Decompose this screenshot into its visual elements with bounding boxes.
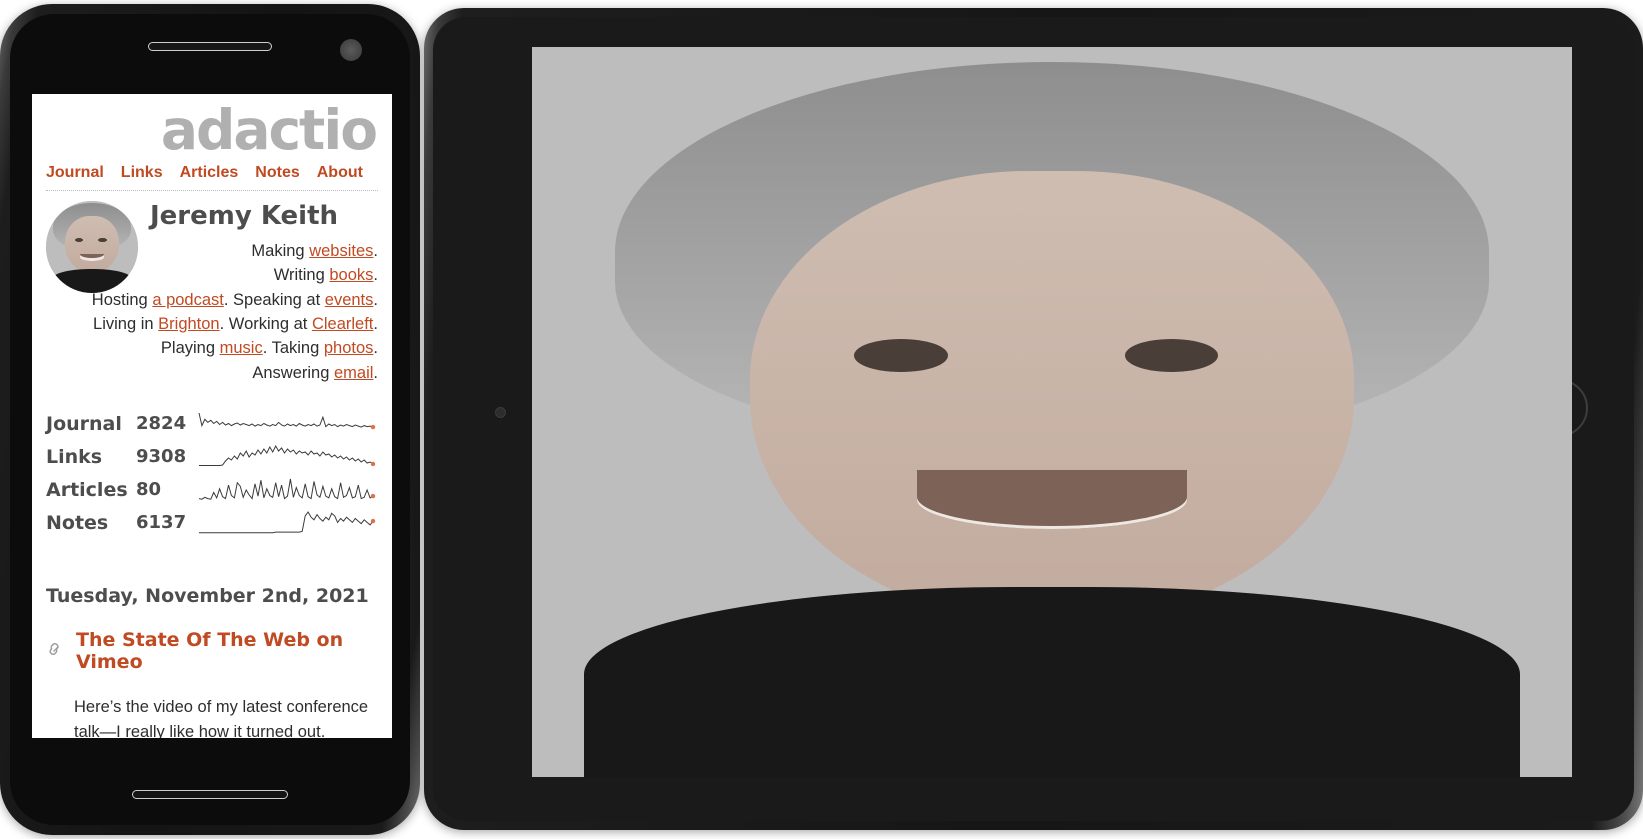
- post-intro: Here’s the video of my latest conference…: [74, 698, 369, 738]
- bio-link-photos[interactable]: photos: [324, 339, 374, 357]
- stat-label: Articles: [46, 478, 128, 501]
- profile-block-phone: Jeremy Keith Making websites. Writing bo…: [46, 200, 378, 385]
- avatar: [46, 200, 138, 293]
- stat-count: 2824: [136, 413, 187, 435]
- stat-row-articles[interactable]: Articles 80: [46, 473, 378, 506]
- nav-item-notes[interactable]: Notes: [255, 164, 299, 182]
- tablet-device: adactio Journal Links Articles Notes: [424, 8, 1643, 830]
- nav-item-articles[interactable]: Articles: [180, 164, 239, 182]
- bio-line-answering: Answering email.: [252, 363, 378, 382]
- sparkline-articles: [198, 475, 378, 505]
- page-body: Jeremy Keith Making websites. Writing bo…: [532, 47, 1572, 777]
- stat-count: 80: [136, 479, 162, 501]
- tablet-screen: adactio Journal Links Articles Notes: [532, 47, 1572, 777]
- phone-bottom-speaker: [132, 790, 288, 799]
- avatar: [532, 47, 1572, 777]
- main-content: Jeremy Keith Making websites. Writing bo…: [532, 47, 1572, 777]
- sparkline-notes: [198, 508, 378, 538]
- post-title-link[interactable]: The State Of The Web on Vimeo: [76, 629, 378, 673]
- bio-link-books[interactable]: books: [329, 266, 373, 284]
- sparkline-journal: [198, 409, 378, 439]
- main-nav-phone: Journal Links Articles Notes About: [46, 162, 378, 190]
- nav-item-journal[interactable]: Journal: [46, 164, 104, 182]
- page-title: Jeremy Keith: [150, 200, 339, 231]
- stat-label: Journal: [46, 412, 122, 435]
- phone-bezel: adactio Journal Links Articles Notes Abo…: [10, 14, 410, 825]
- nav-divider: [46, 189, 378, 191]
- bio-link-brighton[interactable]: Brighton: [158, 315, 219, 333]
- sparkline-links: [198, 442, 378, 472]
- link-chain-icon: [46, 639, 66, 664]
- bio-link-music[interactable]: music: [220, 339, 263, 357]
- bio-link-clearleft[interactable]: Clearleft: [312, 315, 373, 333]
- stat-row-journal[interactable]: Journal 2824: [46, 407, 378, 440]
- phone-speaker-grille: [148, 42, 272, 51]
- site-logo-phone[interactable]: adactio: [46, 101, 378, 160]
- nav-item-links[interactable]: Links: [121, 164, 163, 182]
- bio-link-events[interactable]: events: [325, 291, 374, 309]
- profile-block-tablet: Jeremy Keith Making websites. Writing bo…: [532, 47, 1572, 777]
- bio-line-living: Living in Brighton. Working at Clearleft…: [93, 314, 378, 333]
- bio-line-playing: Playing music. Taking photos.: [160, 339, 378, 358]
- phone-screen: adactio Journal Links Articles Notes Abo…: [32, 94, 392, 738]
- tablet-front-camera-icon: [495, 407, 506, 418]
- tablet-bezel: adactio Journal Links Articles Notes: [433, 17, 1634, 821]
- bio-link-podcast[interactable]: a podcast: [152, 291, 224, 309]
- stat-count: 9308: [136, 446, 187, 468]
- stat-label: Notes: [46, 511, 109, 534]
- phone-device: adactio Journal Links Articles Notes Abo…: [0, 4, 420, 835]
- stat-row-notes[interactable]: Notes 6137: [46, 506, 378, 539]
- nav-item-about[interactable]: About: [317, 164, 363, 182]
- phone-front-camera-icon: [340, 39, 362, 61]
- stats-list-phone: Journal 2824 Links 9308 Articles 80 Note…: [46, 407, 378, 539]
- bio-link-websites[interactable]: websites: [309, 242, 373, 260]
- post-heading-phone: The State Of The Web on Vimeo: [46, 629, 378, 673]
- stat-label: Links: [46, 445, 103, 468]
- bio-link-email[interactable]: email: [334, 364, 373, 382]
- stat-row-links[interactable]: Links 9308: [46, 440, 378, 473]
- post-date: Tuesday, November 2nd, 2021: [46, 585, 369, 608]
- stat-count: 6137: [136, 512, 187, 534]
